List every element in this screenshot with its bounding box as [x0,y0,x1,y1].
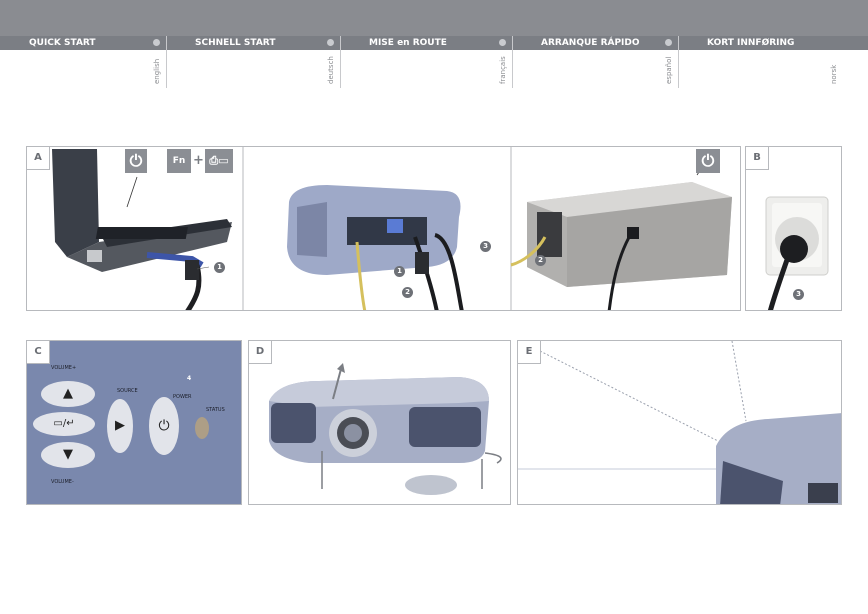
divider [678,36,679,88]
callout-2: 2 [402,287,413,298]
panel-label: A [27,147,50,170]
power-icon: ⏻ [696,149,720,173]
lang-label: norsk [830,64,838,84]
tab-norsk[interactable]: KORT INNFØRING [678,36,868,50]
tab-dot-icon [327,39,334,46]
callout-1: 1 [394,266,405,277]
tab-title: MISE en ROUTE [369,38,447,48]
triangle-up-icon: ▲ [63,386,73,401]
callout-2: 2 [535,255,546,266]
tab-title: SCHNELL START [195,38,276,48]
panel-label: B [746,147,769,170]
tab-title: QUICK START [29,38,96,48]
tab-francais[interactable]: MISE en ROUTE [340,36,512,50]
divider [340,36,341,88]
panel-e: E [517,340,842,505]
tab-title: ARRANQUE RÁPIDO [541,38,640,48]
volume-plus-label: VOLUME+ [51,365,77,371]
panel-label: C [27,341,50,364]
source-label: SOURCE [117,388,138,394]
tab-deutsch[interactable]: SCHNELL START [166,36,340,50]
panel-label: E [518,341,541,364]
power-label: POWER [173,394,192,400]
lang-label: español [665,56,673,84]
panel-a: A ⏻ Fn + ⎙▭ ⏻ 1 1 2 3 2 [26,146,741,311]
volume-up-button[interactable]: ▲ [41,381,95,407]
header-bar [0,0,868,36]
power-icon: ⏻ [125,149,147,173]
callout-3: 3 [480,241,491,252]
wall-socket-illustration [765,196,829,310]
projector-illustration [269,363,502,495]
source-button[interactable]: ▶ [107,399,133,453]
display-toggle-icon: ⎙▭ [205,149,233,173]
power-button[interactable]: ⏻ [149,397,179,455]
status-led [195,417,209,439]
status-label: STATUS [206,407,225,413]
fn-key: Fn [167,149,191,173]
menu-enter-icon: ▭/↵ [53,418,75,429]
callout-3: 3 [793,289,804,300]
panel-b: B 3 [745,146,842,311]
volume-down-button[interactable]: ▼ [41,442,95,468]
triangle-down-icon: ▼ [63,447,73,462]
lang-label: deutsch [327,56,335,84]
menu-enter-button[interactable]: ▭/↵ [33,412,95,436]
language-tab-bar: QUICK START SCHNELL START MISE en ROUTE … [0,36,868,50]
projector-detail-illustration [518,341,841,504]
plus-sign: + [193,153,204,168]
panel-label: D [249,341,272,364]
volume-minus-label: VOLUME- [51,479,74,485]
panel-d: D [248,340,511,505]
triangle-right-icon: ▶ [115,418,125,433]
lang-label: english [153,58,161,84]
tab-espanol[interactable]: ARRANQUE RÁPIDO [512,36,678,50]
panel-c: C VOLUME+ ▲ ▭/↵ ▼ VOLUME- SOURCE ▶ 4 POW… [26,340,242,505]
tab-dot-icon [665,39,672,46]
tab-dot-icon [153,39,160,46]
callout-4: 4 [187,375,192,382]
power-icon: ⏻ [158,418,170,434]
callout-1: 1 [214,262,225,273]
tab-dot-icon [499,39,506,46]
tab-title: KORT INNFØRING [707,38,795,48]
divider [512,36,513,88]
tab-english[interactable]: QUICK START [0,36,166,50]
lang-label: français [499,56,507,84]
divider [166,36,167,88]
